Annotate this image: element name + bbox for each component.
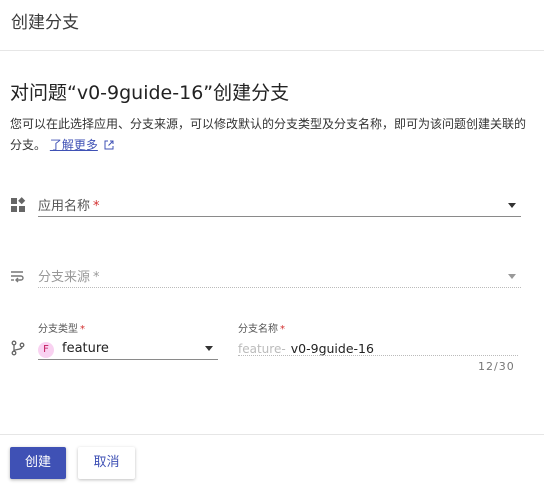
create-button[interactable]: 创建 [10,447,66,479]
chevron-down-icon [205,346,213,351]
chevron-down-icon [508,274,516,279]
branch-icon [11,340,25,356]
branch-source-icon [11,271,24,283]
branch-type-label: 分支类型 * [38,324,85,335]
branch-name-field[interactable]: 分支名称 * feature- v0-9guide-16 [238,320,518,356]
learn-more-link[interactable]: 了解更多 [50,138,98,152]
feature-type-badge: F [38,342,54,358]
branch-type-select[interactable]: 分支类型 * F feature [38,320,218,360]
character-counter: 12/30 [478,360,515,373]
dialog-header: 创建分支 [0,0,544,51]
external-link-icon[interactable] [104,140,114,150]
branch-name-label: 分支名称 * [238,324,285,335]
branch-name-input[interactable]: v0-9guide-16 [291,341,374,356]
app-name-select[interactable]: 应用名称 * [38,195,521,217]
branch-type-value: feature [62,341,109,356]
branch-type-underline [38,359,218,360]
app-name-underline [38,216,521,217]
branch-name-prefix: feature- [238,342,286,356]
branch-source-label: 分支来源 * [38,270,100,285]
dialog-title: 创建分支 [11,13,79,33]
branch-name-underline [238,355,518,356]
page-title: 对问题“v0-9guide-16”创建分支 [10,82,290,104]
footer-divider [0,434,544,435]
app-name-label: 应用名称 * [38,199,100,214]
app-grid-icon [11,197,26,212]
cancel-button[interactable]: 取消 [78,447,135,479]
branch-source-underline [38,287,521,288]
chevron-down-icon [508,203,516,208]
branch-source-select[interactable]: 分支来源 * [38,266,521,288]
description: 您可以在此选择应用、分支来源，可以修改默认的分支类型及分支名称，即可为该问题创建… [10,114,530,156]
